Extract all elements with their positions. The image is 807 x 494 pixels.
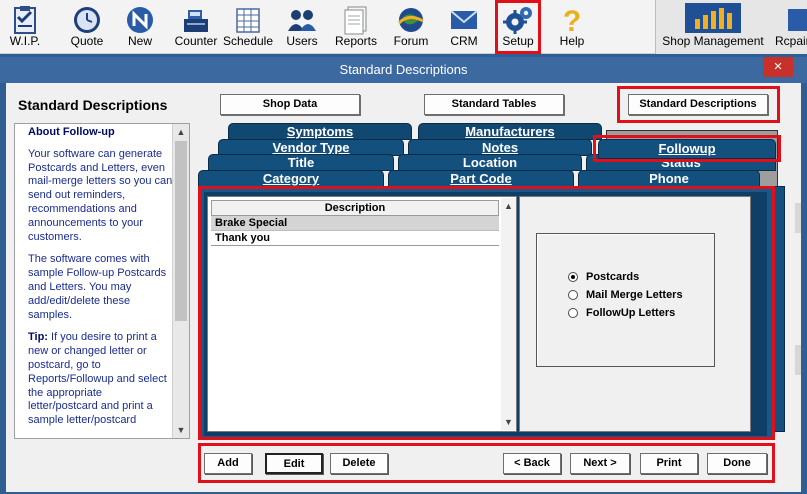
tab-part-code[interactable]: Part Code [388, 170, 574, 187]
toolbar-label: Quote [70, 34, 104, 48]
tab-label: Notes [481, 140, 519, 155]
help-panel[interactable]: About Follow-up Your software can genera… [14, 123, 190, 439]
window-titlebar: Standard Descriptions × [0, 57, 807, 83]
help-tip-label: Tip: [28, 331, 48, 344]
toolbar-forum-button[interactable]: Forum [388, 0, 434, 54]
help-paragraph-2: The software comes with sample Follow-up… [28, 253, 167, 321]
help-scrollbar[interactable]: ▲ ▼ [172, 124, 189, 438]
tab-label: Vendor Type [272, 140, 350, 155]
gears-icon [503, 7, 532, 34]
toolbar-label: Forum [393, 34, 429, 48]
tab-label: Title [287, 155, 315, 170]
scroll-thumb[interactable] [175, 141, 187, 321]
main-toolbar: W.I.P. Quote New Counter Schedule Users … [0, 0, 807, 54]
toolbar-label: Shop Management [662, 34, 764, 48]
tab-manufacturers[interactable]: Manufacturers [418, 123, 602, 140]
toolbar-label: Counter [174, 34, 218, 48]
help-tip-text: If you desire to print a new or changed … [28, 331, 167, 427]
help-tip: Tip: If you desire to print a new or cha… [28, 331, 174, 428]
users-icon [288, 10, 316, 31]
wip-clipboard-icon [14, 6, 36, 34]
shop-data-button[interactable]: Shop Data [220, 94, 360, 115]
tab-label: Symptoms [286, 124, 354, 139]
reports-icon [344, 6, 367, 35]
tab-label: Category [262, 171, 320, 186]
tab-label: Location [462, 155, 518, 170]
toolbar-new-button[interactable]: New [118, 0, 162, 54]
clock-icon [74, 7, 100, 33]
tab-label: Phone [649, 171, 689, 186]
edge-scrollbar-fragment [795, 345, 801, 375]
toolbar-help-button[interactable]: ? Help [552, 0, 592, 54]
toolbar-label: New [127, 34, 152, 48]
help-about-title: About Follow-up [28, 126, 115, 138]
help-text: About Follow-up Your software can genera… [28, 126, 174, 437]
tab-title[interactable]: Title [208, 154, 394, 171]
tab-location[interactable]: Location [398, 154, 582, 171]
highlight-box [617, 86, 780, 123]
standard-tables-button[interactable]: Standard Tables [424, 94, 564, 115]
toolbar-shop-management-button[interactable]: Shop Management [660, 0, 766, 54]
window-title: Standard Descriptions [339, 62, 468, 77]
help-question-icon: ? [563, 5, 581, 35]
toolbar-label: Schedule [222, 34, 274, 48]
edge-scrollbar-fragment [795, 203, 801, 233]
help-paragraph-1: Your software can generate Postcards and… [28, 147, 173, 243]
cash-register-icon [184, 10, 208, 32]
tab-category[interactable]: Category [198, 170, 384, 187]
toolbar-label: Reports [334, 34, 378, 48]
scroll-up-icon[interactable]: ▲ [173, 124, 189, 140]
repair-icon [788, 9, 807, 31]
new-icon [127, 7, 153, 33]
help-heading: Standard Descriptions [18, 97, 168, 113]
toolbar-wip-button[interactable]: W.I.P. [3, 0, 47, 54]
toolbar-label: Help [559, 34, 585, 48]
close-button[interactable]: × [763, 57, 793, 77]
crm-envelope-icon [450, 10, 478, 29]
tab-phone[interactable]: Phone [578, 170, 760, 187]
toolbar-label: Rcpair [775, 34, 807, 48]
tab-symptoms[interactable]: Symptoms [228, 123, 412, 140]
toolbar-setup-button[interactable]: Setup [495, 0, 541, 54]
toolbar-schedule-button[interactable]: Schedule [222, 0, 274, 54]
toolbar-quote-button[interactable]: Quote [62, 0, 112, 54]
svg-text:?: ? [563, 5, 581, 35]
toolbar-reports-button[interactable]: Reports [333, 0, 379, 54]
toolbar-label: W.I.P. [9, 34, 41, 48]
toolbar-users-button[interactable]: Users [280, 0, 324, 54]
tab-label: Part Code [450, 171, 512, 186]
toolbar-counter-button[interactable]: Counter [170, 0, 222, 54]
calendar-icon [236, 8, 260, 33]
scroll-down-icon[interactable]: ▼ [173, 422, 189, 438]
toolbar-label: Setup [502, 34, 534, 48]
toolbar-label: CRM [450, 34, 478, 48]
forum-globe-icon [397, 8, 424, 32]
bar-chart-icon [685, 3, 741, 33]
toolbar-label: Users [286, 34, 318, 48]
highlight-box [198, 186, 775, 440]
toolbar-repair-button[interactable]: Rcpair [772, 0, 807, 54]
highlight-box [593, 135, 781, 162]
highlight-box [198, 443, 775, 483]
shop-management-group: Shop Management Rcpair [655, 0, 807, 54]
toolbar-crm-button[interactable]: CRM [442, 0, 486, 54]
tab-label: Manufacturers [465, 124, 555, 139]
